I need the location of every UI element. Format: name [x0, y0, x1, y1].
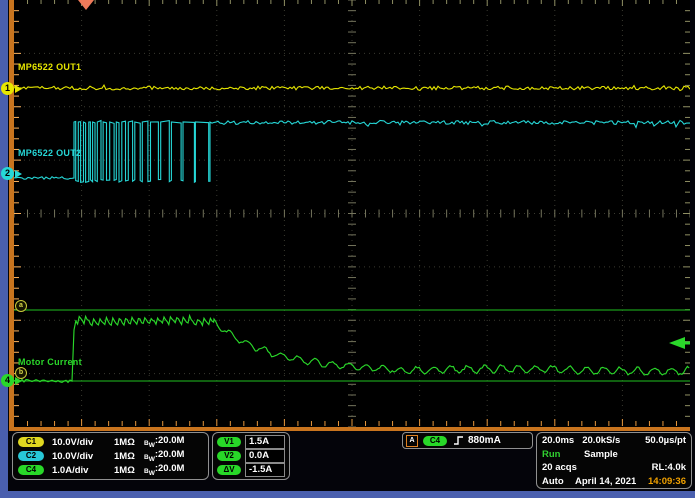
c2-bandwidth: BW:20.0M — [144, 449, 184, 463]
v2-badge[interactable]: V2 — [217, 451, 241, 461]
ch1-trace-label: MP6522 OUT1 — [18, 62, 81, 72]
acq-mode: Sample — [584, 449, 618, 460]
channel-2-arrow-icon — [15, 170, 22, 178]
trigger-mode-badge: A — [406, 435, 418, 447]
trigger-mode: Auto — [542, 476, 575, 487]
delta-v-badge[interactable]: ΔV — [217, 465, 241, 475]
screen-edge-left — [0, 0, 8, 492]
v2-value[interactable]: 0.0A — [245, 449, 285, 463]
channel-row-c1[interactable]: C1 10.0V/div 1MΩ BW:20.0M — [15, 435, 206, 449]
rising-edge-icon — [453, 435, 464, 446]
cursor-a-marker[interactable]: a — [15, 300, 27, 312]
waveform-display[interactable] — [14, 0, 690, 427]
c4-scale: 1.0A/div — [52, 465, 114, 476]
acq-row-datetime: Auto April 14, 2021 14:09:36 — [537, 475, 691, 489]
acq-row-timebase: 20.0ms 20.0kS/s 50.0µs/pt — [537, 434, 691, 448]
v1-badge[interactable]: V1 — [217, 437, 241, 447]
record-length: RL:4.0k — [652, 462, 686, 473]
c1-badge[interactable]: C1 — [18, 437, 44, 447]
acquisition-panel[interactable]: 20.0ms 20.0kS/s 50.0µs/pt Run Sample 20 … — [536, 432, 692, 489]
timebase: 20.0ms — [542, 435, 574, 446]
cursor-row-v2: V2 0.0A — [215, 449, 287, 463]
oscilloscope-screen: MP6522 OUT1 MP6522 OUT2 Motor Current 1 … — [0, 0, 695, 498]
trigger-level: 880mA — [468, 435, 501, 446]
c1-impedance: 1MΩ — [114, 437, 144, 448]
resolution: 50.0µs/pt — [645, 435, 686, 446]
c4-badge[interactable]: C4 — [18, 465, 44, 475]
delta-v-value[interactable]: -1.5A — [245, 463, 285, 477]
c2-scale: 10.0V/div — [52, 451, 114, 462]
acq-row-count: 20 acqs RL:4.0k — [537, 461, 691, 475]
cursor-row-delta-v: ΔV -1.5A — [215, 463, 287, 477]
v1-value[interactable]: 1.5A — [245, 435, 285, 449]
c4-bandwidth: BW:20.0M — [144, 463, 184, 477]
channel-row-c4[interactable]: C4 1.0A/div 1MΩ BW:20.0M — [15, 463, 206, 477]
acq-row-state: Run Sample — [537, 448, 691, 462]
date: April 14, 2021 — [575, 476, 636, 487]
channel-2-marker[interactable]: 2 — [1, 167, 22, 180]
trace-ch2 — [14, 121, 690, 183]
trigger-panel[interactable]: A C4 880mA — [402, 432, 533, 449]
screen-edge-bottom — [0, 491, 695, 498]
trigger-source-badge[interactable]: C4 — [423, 436, 447, 446]
c2-impedance: 1MΩ — [114, 451, 144, 462]
cursor-b-marker[interactable]: b — [15, 367, 27, 379]
channels-panel[interactable]: C1 10.0V/div 1MΩ BW:20.0M C2 10.0V/div 1… — [12, 432, 209, 480]
cursor-row-v1: V1 1.5A — [215, 435, 287, 449]
channel-row-c2[interactable]: C2 10.0V/div 1MΩ BW:20.0M — [15, 449, 206, 463]
sample-rate: 20.0kS/s — [582, 435, 620, 446]
trigger-position-marker-icon[interactable] — [78, 0, 94, 10]
ch4-trace-label: Motor Current — [18, 357, 82, 367]
c4-impedance: 1MΩ — [114, 465, 144, 476]
c2-badge[interactable]: C2 — [18, 451, 44, 461]
ch2-trace-label: MP6522 OUT2 — [18, 148, 81, 158]
c1-scale: 10.0V/div — [52, 437, 114, 448]
run-state: Run — [542, 449, 584, 460]
channel-1-marker[interactable]: 1 — [1, 82, 22, 95]
cursors-panel[interactable]: V1 1.5A V2 0.0A ΔV -1.5A — [212, 432, 290, 480]
time: 14:09:36 — [648, 476, 686, 487]
c1-bandwidth: BW:20.0M — [144, 435, 184, 449]
acq-count: 20 acqs — [542, 462, 577, 473]
trigger-level-arrow-icon[interactable] — [669, 337, 685, 349]
channel-1-arrow-icon — [15, 85, 22, 93]
